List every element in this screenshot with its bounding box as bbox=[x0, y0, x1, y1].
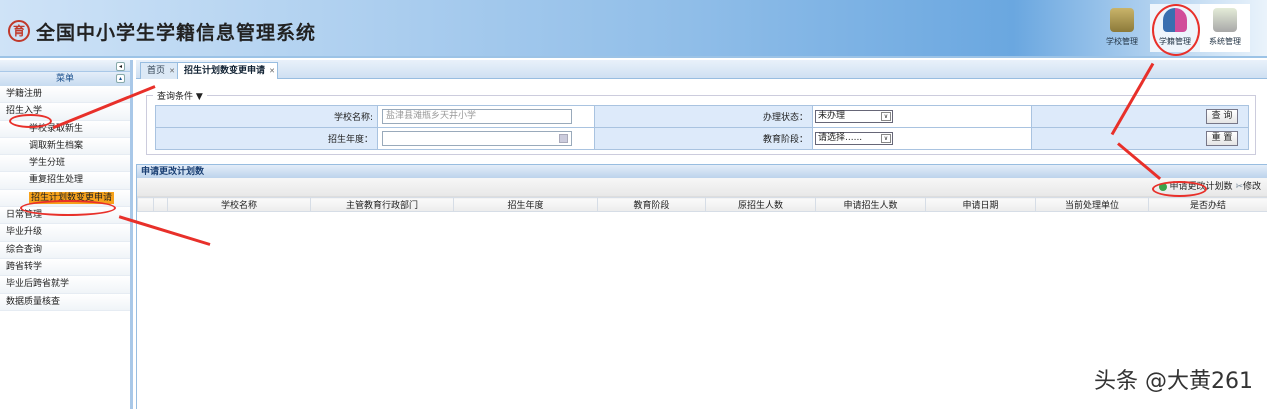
column-header[interactable]: 是否办结 bbox=[1148, 197, 1267, 212]
app-header: 育 全国中小学生学籍信息管理系统 学校管理 学籍管理 系统管理 bbox=[0, 0, 1267, 58]
close-icon[interactable]: ✕ bbox=[169, 63, 175, 79]
status-label: 办理状态： bbox=[594, 105, 813, 128]
edit-button[interactable]: ✂修改 bbox=[1235, 182, 1261, 192]
sidebar-item[interactable]: 跨省转学 bbox=[0, 258, 130, 277]
collapse-menu-icon[interactable]: ▴ bbox=[116, 74, 125, 83]
school-label: 学校名称: bbox=[155, 105, 378, 128]
sidebar-item[interactable]: 数据质量核查 bbox=[0, 293, 130, 311]
sidebar-item-label: 综合查询 bbox=[6, 244, 43, 255]
annotation-circle bbox=[9, 114, 52, 128]
sidebar-item[interactable]: 调取新生档案 bbox=[0, 137, 130, 156]
watermark: 头条 @大黄261 bbox=[1094, 369, 1253, 394]
sidebar-item-label: 跨省转学 bbox=[6, 261, 43, 272]
column-header[interactable]: 申请日期 bbox=[925, 197, 1036, 212]
query-legend[interactable]: 查询条件 ▼ bbox=[153, 89, 207, 102]
tab-bar: 首页 ✕ 招生计划数变更申请 ✕ bbox=[136, 60, 1267, 79]
close-icon[interactable]: ✕ bbox=[269, 63, 275, 79]
edit-icon: ✂ bbox=[1235, 182, 1243, 192]
section-title: 申请更改计划数 bbox=[137, 164, 1267, 178]
column-header[interactable]: 教育阶段 bbox=[597, 197, 706, 212]
status-select[interactable]: 未办理 ∨ bbox=[815, 110, 893, 123]
nav-label: 系统管理 bbox=[1209, 37, 1241, 46]
sidebar-item[interactable]: 学生分班 bbox=[0, 155, 130, 173]
stage-select[interactable]: 请选择...... ∨ bbox=[815, 132, 893, 145]
stage-label: 教育阶段： bbox=[594, 127, 813, 150]
sidebar-item-label: 学籍注册 bbox=[6, 89, 43, 99]
column-header[interactable]: 原招生人数 bbox=[705, 197, 816, 212]
select-all-checkbox[interactable] bbox=[153, 197, 168, 212]
sidebar-item-label: 毕业升级 bbox=[6, 227, 43, 238]
chevron-down-icon: ∨ bbox=[881, 112, 891, 121]
sidebar-item[interactable]: 毕业升级 bbox=[0, 224, 130, 242]
logo-icon: 育 bbox=[8, 20, 30, 42]
grid-toolbar: 申请更改计划数 ✂修改 bbox=[137, 178, 1267, 197]
reset-button[interactable]: 重 置 bbox=[1206, 131, 1238, 146]
chevron-down-icon: ∨ bbox=[881, 134, 891, 143]
column-header[interactable]: 当前处理单位 bbox=[1035, 197, 1149, 212]
annotation-circle bbox=[1152, 4, 1200, 56]
annotation-circle bbox=[1152, 181, 1207, 197]
search-button[interactable]: 查 询 bbox=[1206, 109, 1238, 124]
sidebar: ◂ 菜单 ▴ 学籍注册 招生入学 学校录取新生 调取新生档案 学生分班 重复招生处理 招生计划… bbox=[0, 60, 133, 409]
calendar-icon[interactable] bbox=[559, 134, 568, 143]
nav-system-management[interactable]: 系统管理 bbox=[1200, 4, 1250, 52]
sidebar-item-label: 数据质量核查 bbox=[6, 296, 61, 307]
collapse-sidebar-icon[interactable]: ◂ bbox=[116, 62, 125, 71]
query-panel: 查询条件 ▼ 学校名称: 盐津县滩瓶乡天井小学 办理状态： 未办理 ∨ 查 询 招… bbox=[146, 89, 1256, 155]
sidebar-item[interactable]: 综合查询 bbox=[0, 241, 130, 259]
data-grid: 学校名称 主管教育行政部门 招生年度 教育阶段 原招生人数 申请招生人数 申请日期 当前处理单… bbox=[137, 197, 1267, 212]
column-header[interactable]: 招生年度 bbox=[453, 197, 598, 212]
sidebar-item[interactable]: 学籍注册 bbox=[0, 86, 130, 104]
year-input[interactable] bbox=[382, 131, 572, 146]
nav-school-management[interactable]: 学校管理 bbox=[1097, 4, 1147, 52]
school-name-input[interactable]: 盐津县滩瓶乡天井小学 bbox=[382, 109, 572, 124]
sidebar-item[interactable]: 毕业后跨省就学 bbox=[0, 276, 130, 294]
menu-header: 菜单 ▴ bbox=[0, 72, 130, 86]
sidebar-item-label: 调取新生档案 bbox=[29, 140, 84, 151]
nav-label: 学校管理 bbox=[1106, 37, 1138, 46]
sidebar-item-label: 学生分班 bbox=[29, 158, 66, 169]
settings-icon bbox=[1213, 8, 1237, 32]
year-label: 招生年度： bbox=[155, 127, 378, 150]
column-header[interactable]: 学校名称 bbox=[167, 197, 311, 212]
column-header[interactable]: 主管教育行政部门 bbox=[310, 197, 454, 212]
annotation-circle bbox=[20, 200, 116, 216]
app-title: 全国中小学生学籍信息管理系统 bbox=[36, 22, 317, 44]
tab-home[interactable]: 首页 ✕ bbox=[140, 62, 179, 79]
sidebar-item-label: 毕业后跨省就学 bbox=[6, 279, 70, 290]
school-icon bbox=[1110, 8, 1134, 32]
tab-plan-change[interactable]: 招生计划数变更申请 ✕ bbox=[177, 62, 279, 79]
column-header[interactable]: 申请招生人数 bbox=[815, 197, 926, 212]
sidebar-item-label: 重复招生处理 bbox=[29, 175, 84, 186]
sidebar-item[interactable]: 重复招生处理 bbox=[0, 172, 130, 190]
